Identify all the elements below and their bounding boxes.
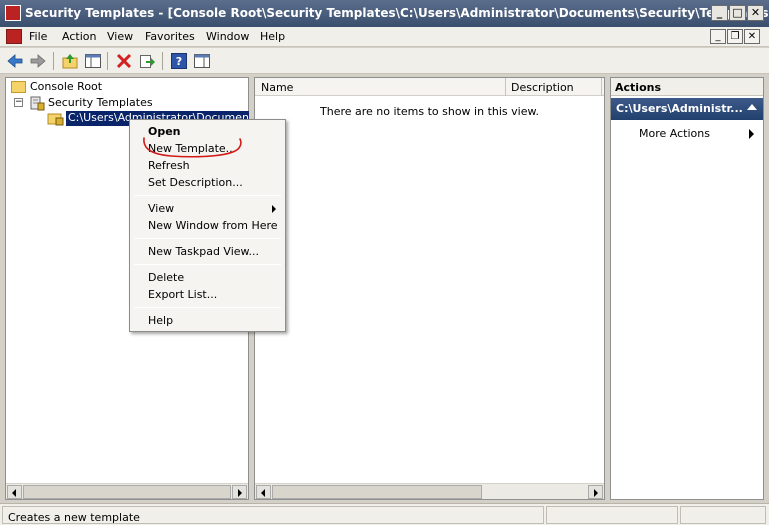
menu-separator xyxy=(134,264,281,265)
minimize-button[interactable]: _ xyxy=(711,5,728,21)
up-folder-icon[interactable] xyxy=(61,52,79,70)
security-templates-icon xyxy=(30,96,45,111)
menu-separator xyxy=(134,195,281,196)
toolbar: ? xyxy=(0,48,769,74)
actions-group-header[interactable]: C:\Users\Administr... xyxy=(611,98,763,120)
tree-item-security-templates[interactable]: Security Templates xyxy=(48,96,153,109)
scroll-right-arrow-icon[interactable] xyxy=(588,485,603,499)
mdi-close-button[interactable]: ✕ xyxy=(744,29,760,44)
collapse-arrow-icon[interactable] xyxy=(747,104,757,110)
column-header-name[interactable]: Name xyxy=(261,81,293,94)
scroll-left-arrow-icon[interactable] xyxy=(7,485,22,499)
menu-file[interactable]: File xyxy=(29,30,47,43)
tree-horizontal-scrollbar[interactable] xyxy=(6,483,248,499)
scroll-thumb[interactable] xyxy=(272,485,482,499)
empty-view-message: There are no items to show in this view. xyxy=(320,105,539,118)
tree-item-console-root[interactable]: Console Root xyxy=(30,80,102,93)
context-item-help[interactable]: Help xyxy=(148,314,173,327)
maximize-button[interactable]: □ xyxy=(729,5,746,21)
app-icon xyxy=(5,5,21,21)
context-item-view[interactable]: View xyxy=(148,202,174,215)
column-divider[interactable] xyxy=(601,78,602,96)
folder-icon xyxy=(11,81,26,93)
mdi-restore-button[interactable]: ❐ xyxy=(727,29,743,44)
context-item-export-list[interactable]: Export List... xyxy=(148,288,217,301)
show-hide-action-pane-icon[interactable] xyxy=(193,52,211,70)
help-icon[interactable]: ? xyxy=(170,52,188,70)
menu-bar: File Action View Favorites Window Help _… xyxy=(0,27,769,47)
status-text: Creates a new template xyxy=(8,511,140,524)
menu-help[interactable]: Help xyxy=(260,30,285,43)
menu-view[interactable]: View xyxy=(107,30,133,43)
status-bar: Creates a new template xyxy=(0,503,769,525)
delete-icon[interactable] xyxy=(115,52,133,70)
column-divider[interactable] xyxy=(505,78,506,96)
actions-group-label: C:\Users\Administr... xyxy=(616,102,743,115)
export-list-icon[interactable] xyxy=(138,52,156,70)
list-horizontal-scrollbar[interactable] xyxy=(255,483,604,499)
more-actions-item[interactable]: More Actions xyxy=(639,127,710,140)
menu-action[interactable]: Action xyxy=(62,30,96,43)
actions-pane: Actions C:\Users\Administr... More Actio… xyxy=(610,77,764,500)
show-hide-tree-icon[interactable] xyxy=(84,52,102,70)
forward-icon[interactable] xyxy=(29,52,47,70)
submenu-arrow-icon xyxy=(272,205,276,213)
scroll-right-arrow-icon[interactable] xyxy=(232,485,247,499)
title-bar: Security Templates - [Console Root\Secur… xyxy=(0,0,769,27)
menu-separator xyxy=(134,307,281,308)
window-title: Security Templates - [Console Root\Secur… xyxy=(25,6,769,20)
actions-header: Actions xyxy=(611,78,763,96)
column-header-description[interactable]: Description xyxy=(511,81,574,94)
toolbar-separator xyxy=(107,52,108,70)
context-item-delete[interactable]: Delete xyxy=(148,271,184,284)
status-cell-main: Creates a new template xyxy=(2,506,544,524)
menu-separator xyxy=(134,238,281,239)
results-list-pane[interactable]: Name Description There are no items to s… xyxy=(254,77,605,500)
template-folder-icon xyxy=(47,113,64,126)
back-icon[interactable] xyxy=(6,52,24,70)
mdi-minimize-button[interactable]: _ xyxy=(710,29,726,44)
scroll-thumb[interactable] xyxy=(23,485,231,499)
close-button[interactable]: ✕ xyxy=(747,5,764,21)
context-item-new-window[interactable]: New Window from Here xyxy=(148,219,278,232)
svg-text:?: ? xyxy=(176,55,182,68)
context-item-set-description[interactable]: Set Description... xyxy=(148,176,243,189)
red-underline-annotation xyxy=(143,137,242,158)
scroll-left-arrow-icon[interactable] xyxy=(256,485,271,499)
toolbar-separator xyxy=(53,52,54,70)
submenu-arrow-icon xyxy=(749,129,754,139)
status-cell xyxy=(546,506,678,524)
context-item-new-taskpad-view[interactable]: New Taskpad View... xyxy=(148,245,259,258)
list-header: Name Description xyxy=(255,78,604,96)
menu-window[interactable]: Window xyxy=(206,30,249,43)
console-menu-icon[interactable] xyxy=(6,29,22,44)
menu-favorites[interactable]: Favorites xyxy=(145,30,195,43)
toolbar-separator xyxy=(162,52,163,70)
collapse-expander[interactable]: − xyxy=(14,98,23,107)
status-cell xyxy=(680,506,766,524)
